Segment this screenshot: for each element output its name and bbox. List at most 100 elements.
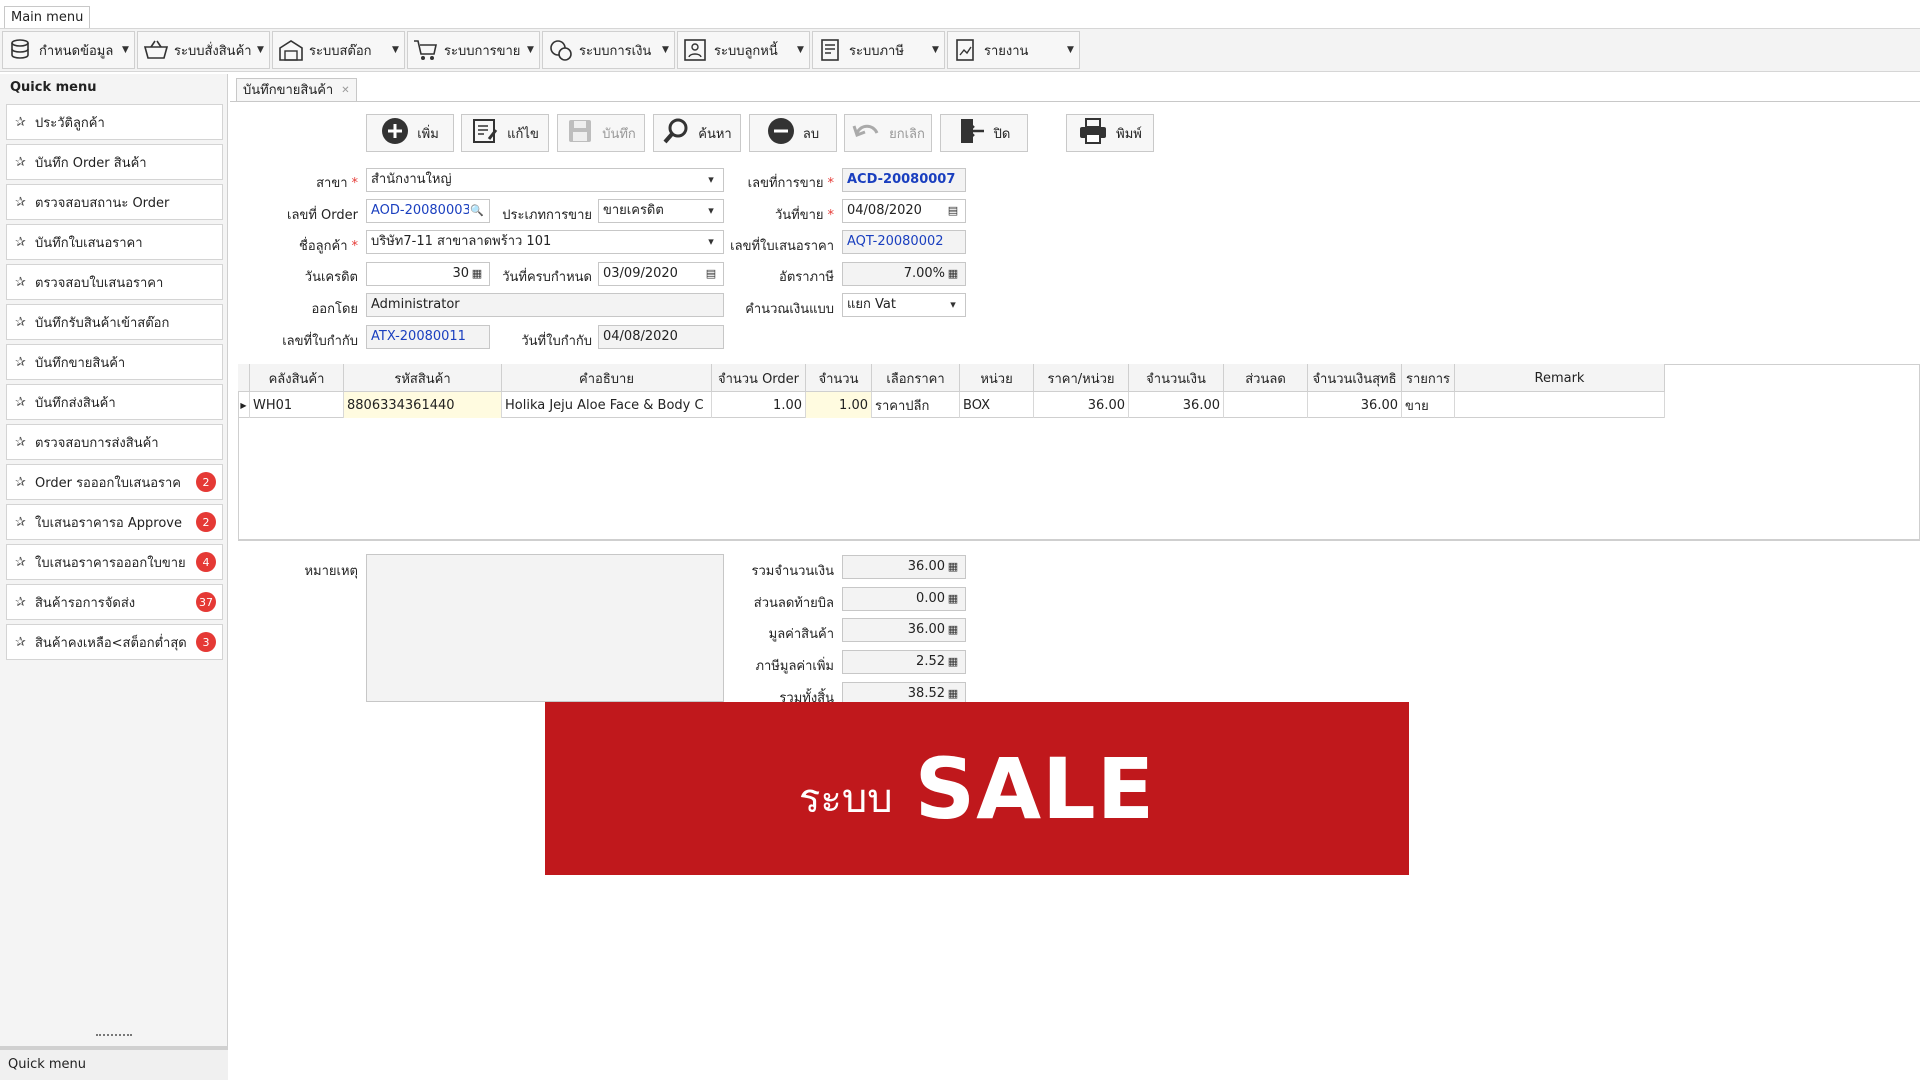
calculator-icon[interactable]: ▦ <box>945 588 961 610</box>
cell-order-qty[interactable]: 1.00 <box>712 392 806 418</box>
order-no-value: AOD-20080003 <box>371 203 469 218</box>
credit-days-field[interactable]: 30 ▦ <box>366 262 490 286</box>
quick-item-order-status[interactable]: ✰ ตรวจสอบสถานะ Order <box>6 184 223 220</box>
quick-item-customer-history[interactable]: ✰ ประวัติลูกค้า <box>6 104 223 140</box>
cell-unit[interactable]: BOX <box>960 392 1034 418</box>
column-header[interactable]: คำอธิบาย <box>502 364 712 392</box>
branch-select[interactable]: สำนักงานใหญ่ ▾ <box>366 168 724 192</box>
column-header[interactable]: จำนวนเงิน <box>1129 364 1224 392</box>
chevron-down-icon[interactable]: ▼ <box>1067 45 1079 55</box>
sale-date-field[interactable]: 04/08/2020 ▤ <box>842 199 966 223</box>
close-button[interactable]: ปิด <box>940 114 1028 152</box>
sale-type-select[interactable]: ขายเครดิต ▾ <box>598 199 724 223</box>
cell-discount[interactable] <box>1224 392 1308 418</box>
cell-remark[interactable] <box>1455 392 1665 418</box>
cell-amount[interactable]: 36.00 <box>1129 392 1224 418</box>
search-icon[interactable]: 🔍 <box>469 200 485 222</box>
add-button[interactable]: เพิ่ม <box>366 114 454 152</box>
cell-qty[interactable]: 1.00 <box>806 392 872 418</box>
print-button[interactable]: พิมพ์ <box>1066 114 1154 152</box>
ribbon-tax-button[interactable]: ระบบภาษี ▼ <box>812 31 945 69</box>
column-header[interactable]: คลังสินค้า <box>250 364 344 392</box>
quick-item-record-sale[interactable]: ✰ บันทึกขายสินค้า <box>6 344 223 380</box>
chevron-down-icon[interactable]: ▼ <box>122 45 134 55</box>
search-button[interactable]: ค้นหา <box>653 114 741 152</box>
cancel-button[interactable]: ยกเลิก <box>844 114 932 152</box>
column-header[interactable]: ส่วนลด <box>1224 364 1308 392</box>
goods-value-field: 36.00 ▦ <box>842 618 966 642</box>
calc-mode-select[interactable]: แยก Vat ▾ <box>842 293 966 317</box>
save-button[interactable]: บันทึก <box>557 114 645 152</box>
ribbon-setup-button[interactable]: กำหนดข้อมูล ▼ <box>2 31 135 69</box>
column-header[interactable]: รายการ <box>1402 364 1455 392</box>
calendar-icon[interactable]: ▤ <box>945 200 961 222</box>
due-date-field[interactable]: 03/09/2020 ▤ <box>598 262 724 286</box>
chevron-down-icon[interactable]: ▼ <box>392 45 404 55</box>
customer-select[interactable]: บริษัท7-11 สาขาลาดพร้าว 101 ▾ <box>366 230 724 254</box>
column-header[interactable]: ราคา/หน่วย <box>1034 364 1129 392</box>
cell-price-type[interactable]: ราคาปลีก <box>872 392 960 418</box>
debtor-icon <box>682 36 710 64</box>
column-header[interactable]: จำนวนเงินสุทธิ <box>1308 364 1402 392</box>
column-header[interactable]: Remark <box>1455 364 1665 392</box>
chevron-down-icon[interactable]: ▼ <box>932 45 944 55</box>
ribbon-finance-button[interactable]: ระบบการเงิน ▼ <box>542 31 675 69</box>
ribbon-stock-button[interactable]: ระบบสต๊อก ▼ <box>272 31 405 69</box>
calendar-icon[interactable]: ▤ <box>703 263 719 285</box>
issued-by-label: ออกโดย <box>311 302 358 317</box>
remark-textarea[interactable] <box>366 554 724 702</box>
pin-icon: ✰ <box>15 394 26 410</box>
cell-warehouse[interactable]: WH01 <box>250 392 344 418</box>
cell-net-amount[interactable]: 36.00 <box>1308 392 1402 418</box>
column-header[interactable]: จำนวน <box>806 364 872 392</box>
ribbon-report-button[interactable]: รายงาน ▼ <box>947 31 1080 69</box>
tax-invoice-date-value: 04/08/2020 <box>603 329 678 344</box>
quick-item-quotation-await-approve[interactable]: ✰ ใบเสนอราคารอ Approve 2 <box>6 504 223 540</box>
chevron-down-icon: ▾ <box>708 204 714 217</box>
calculator-icon: ▦ <box>947 560 959 573</box>
splitter-grip[interactable] <box>96 1034 132 1038</box>
close-icon[interactable]: ✕ <box>341 79 349 103</box>
chevron-down-icon[interactable]: ▼ <box>527 45 539 55</box>
table-row[interactable]: ▶ WH01 8806334361440 Holika Jeju Aloe Fa… <box>238 392 1665 418</box>
main-menu-tab[interactable]: Main menu <box>4 6 91 28</box>
ribbon-sales-button[interactable]: ระบบการขาย ▼ <box>407 31 540 69</box>
bill-discount-field[interactable]: 0.00 ▦ <box>842 587 966 611</box>
cell-description[interactable]: Holika Jeju Aloe Face & Body C <box>502 392 712 418</box>
cell-unit-price[interactable]: 36.00 <box>1034 392 1129 418</box>
cancel-button-label: ยกเลิก <box>889 126 925 142</box>
goods-value-value: 36.00 <box>907 622 945 637</box>
column-header[interactable]: รหัสสินค้า <box>344 364 502 392</box>
order-no-field[interactable]: AOD-20080003 🔍 <box>366 199 490 223</box>
quick-item-record-order[interactable]: ✰ บันทึก Order สินค้า <box>6 144 223 180</box>
ribbon-debtor-button[interactable]: ระบบลูกหนี้ ▼ <box>677 31 810 69</box>
quick-item-low-stock[interactable]: ✰ สินค้าคงเหลือ<สต็อกต่ำสุด 3 <box>6 624 223 660</box>
quick-item-check-quotation[interactable]: ✰ ตรวจสอบใบเสนอราคา <box>6 264 223 300</box>
quick-item-check-delivery[interactable]: ✰ ตรวจสอบการส่งสินค้า <box>6 424 223 460</box>
column-header[interactable]: เลือกราคา <box>872 364 960 392</box>
column-header[interactable]: จำนวน Order <box>712 364 806 392</box>
quick-item-order-await-quotation[interactable]: ✰ Order รอออกใบเสนอราค 2 <box>6 464 223 500</box>
quick-item-record-quotation[interactable]: ✰ บันทึกใบเสนอราคา <box>6 224 223 260</box>
ribbon-ordering-button[interactable]: ระบบสั่งสินค้า ▼ <box>137 31 270 69</box>
chevron-down-icon[interactable]: ▼ <box>662 45 674 55</box>
calculator-icon[interactable]: ▦ <box>469 263 485 285</box>
cart-icon <box>412 36 440 64</box>
quick-item-quotation-await-sale[interactable]: ✰ ใบเสนอราคารอออกใบขาย 4 <box>6 544 223 580</box>
quick-item-receive-stock[interactable]: ✰ บันทึกรับสินค้าเข้าสต๊อก <box>6 304 223 340</box>
tax-rate-field[interactable]: 7.00% ▦ <box>842 262 966 286</box>
cell-code[interactable]: 8806334361440 <box>344 392 502 418</box>
quick-item-record-delivery[interactable]: ✰ บันทึกส่งสินค้า <box>6 384 223 420</box>
delete-button[interactable]: ลบ <box>749 114 837 152</box>
calculator-icon[interactable]: ▦ <box>945 263 961 285</box>
edit-button[interactable]: แก้ไข <box>461 114 549 152</box>
minus-circle-icon <box>767 117 795 149</box>
column-header[interactable]: หน่วย <box>960 364 1034 392</box>
document-tab[interactable]: บันทึกขายสินค้า ✕ <box>236 78 357 102</box>
vat-field: 2.52 ▦ <box>842 650 966 674</box>
quick-item-await-shipping[interactable]: ✰ สินค้ารอการจัดส่ง 37 <box>6 584 223 620</box>
chevron-down-icon[interactable]: ▼ <box>257 45 269 55</box>
cell-item-type[interactable]: ขาย <box>1402 392 1455 418</box>
chevron-down-icon[interactable]: ▼ <box>797 45 809 55</box>
quick-menu-bottom-tab[interactable]: Quick menu <box>0 1046 228 1080</box>
